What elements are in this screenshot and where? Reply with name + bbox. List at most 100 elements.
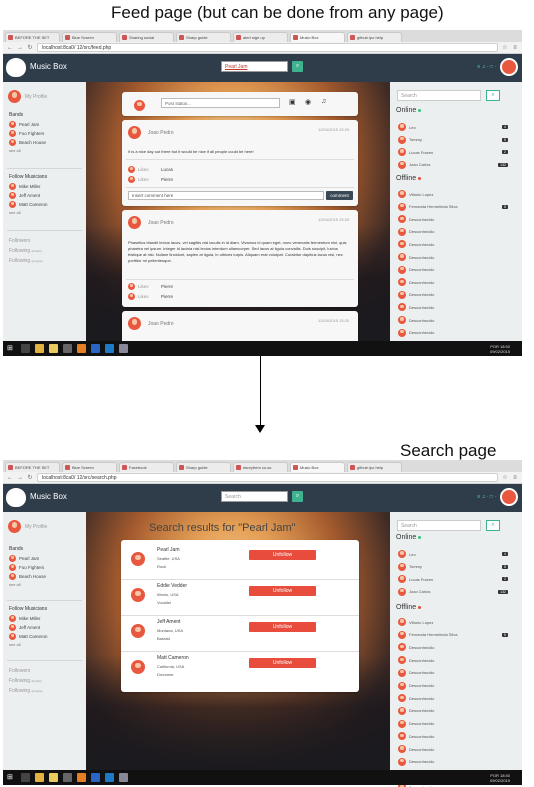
sidebar-item[interactable]: Jeff Ament (9, 191, 48, 200)
browser-tab[interactable]: Blue Screen (62, 32, 117, 42)
contact-item[interactable]: Desconhecido (398, 328, 508, 337)
browser-tab[interactable]: github.ipo help (347, 462, 402, 472)
menu-icon[interactable]: ≡ (512, 45, 518, 51)
start-icon[interactable]: ⊞ (7, 773, 16, 782)
browser-tab[interactable]: BEFORE THE SET (5, 462, 60, 472)
sidebar-item[interactable]: Jeff Ament (9, 623, 48, 632)
app-icon[interactable] (77, 344, 86, 353)
contact-item[interactable]: Fernanda Hermelinda Silva 5 (398, 202, 508, 211)
app-icon[interactable] (105, 773, 114, 782)
see-all-link[interactable]: see all (9, 210, 48, 215)
profile-link[interactable]: My Profile (8, 90, 47, 103)
browser-tab[interactable]: Music Box (290, 32, 345, 42)
like-name[interactable]: Pierre (161, 294, 173, 299)
explorer-icon[interactable] (49, 773, 58, 782)
reload-icon[interactable]: ↻ (27, 44, 33, 51)
post-author[interactable]: Joao Pedro (148, 321, 174, 327)
header-search-input[interactable]: Pearl Jam (221, 61, 288, 72)
browser-tab[interactable]: BEFORE THE SET (5, 32, 60, 42)
app-icon[interactable] (63, 344, 72, 353)
contact-item[interactable]: Desconhecido (398, 706, 508, 715)
contact-item[interactable]: Joao Carlos 132 (398, 587, 508, 596)
post-author[interactable]: Joao Pedro (148, 130, 174, 136)
contact-item[interactable]: Tommy 5 (398, 135, 508, 144)
sidebar-item[interactable]: Pearl Jam (9, 120, 46, 129)
unfollow-button[interactable]: Unfollow (249, 658, 316, 668)
header-avatar[interactable] (500, 58, 518, 76)
browser-tab[interactable]: Blue Screen (62, 462, 117, 472)
following-bands-link[interactable]: Following (bands) (9, 676, 43, 686)
result-name[interactable]: Matt Cameron (157, 655, 189, 661)
comment-input[interactable]: Insert comment here (128, 191, 324, 200)
like-name[interactable]: Pierre (161, 177, 173, 182)
contact-item[interactable]: Desconhecido (398, 732, 508, 741)
browser-tab[interactable]: Sharp guide (176, 462, 231, 472)
sidebar-item[interactable]: Beach House (9, 138, 46, 147)
contact-item[interactable]: Desconhecido (398, 719, 508, 728)
followers-link[interactable]: Followers (9, 236, 43, 246)
unfollow-button[interactable]: Unfollow (249, 586, 316, 596)
contact-item[interactable]: Desconhecido (398, 681, 508, 690)
contact-item[interactable]: Tommy 5 (398, 562, 508, 571)
following-people-link[interactable]: Following (people) (9, 256, 43, 266)
friend-search-input[interactable]: Search (397, 520, 481, 531)
contact-item[interactable]: Fernanda Hermelinda Silva 5 (398, 630, 508, 639)
start-icon[interactable]: ⊞ (7, 344, 16, 353)
sidebar-item[interactable]: Foo Fighters (9, 129, 46, 138)
menu-icon[interactable]: ≡ (512, 475, 518, 481)
logo-icon[interactable] (6, 488, 26, 507)
contact-item[interactable]: Desconhecido (398, 745, 508, 753)
see-all-link[interactable]: see all (9, 642, 48, 647)
app-icon[interactable] (77, 773, 86, 782)
app-icon[interactable] (91, 344, 100, 353)
friend-search-button[interactable]: ⌕ (486, 520, 500, 531)
sidebar-item[interactable]: Foo Fighters (9, 563, 46, 572)
app-icon[interactable] (21, 773, 30, 782)
contact-item[interactable]: Desconhecido (398, 303, 508, 312)
contact-item[interactable]: Desconhecido (398, 668, 508, 677)
like-name[interactable]: Pierre (161, 284, 173, 289)
contact-item[interactable]: Desconhecido (398, 227, 508, 236)
contact-item[interactable]: Desconhecido (398, 643, 508, 652)
contact-item[interactable]: Leo 4 (398, 123, 508, 131)
browser-tab[interactable]: Facebook (119, 462, 174, 472)
app-icon[interactable] (91, 773, 100, 782)
contact-item[interactable]: Vittorio Lopez (398, 618, 508, 626)
contact-item[interactable]: Lucas Frazen 2 (398, 575, 508, 583)
result-name[interactable]: Eddie Vedder (157, 583, 187, 589)
result-name[interactable]: Jeff Ament (157, 619, 181, 625)
chrome-icon[interactable] (35, 344, 44, 353)
contact-item[interactable]: Vittorio Lopez (398, 190, 508, 198)
comment-button[interactable]: comment (326, 191, 353, 200)
forward-icon[interactable]: → (17, 475, 23, 481)
header-search-input[interactable]: Search (221, 491, 288, 502)
browser-tab[interactable]: ekreytrem co.ac (233, 462, 288, 472)
status-input[interactable]: Post status... (161, 98, 280, 108)
back-icon[interactable]: ← (7, 45, 13, 51)
contact-item[interactable]: Desconhecido (398, 253, 508, 261)
contact-item[interactable]: Lucas Frazen 2 (398, 148, 508, 156)
unfollow-button[interactable]: Unfollow (249, 550, 316, 560)
star-icon[interactable]: ☆ (502, 474, 508, 481)
result-name[interactable]: Pearl Jam (157, 547, 180, 553)
see-all-link[interactable]: see all (9, 582, 46, 587)
see-all-link[interactable]: see all (9, 148, 46, 153)
app-icon[interactable] (105, 344, 114, 353)
contact-item[interactable]: Desconhecido (398, 757, 508, 766)
explorer-icon[interactable] (49, 344, 58, 353)
friend-search-input[interactable]: Search (397, 90, 481, 101)
following-people-link[interactable]: Following (people) (9, 686, 43, 696)
reload-icon[interactable]: ↻ (27, 474, 33, 481)
app-icon[interactable] (119, 344, 128, 353)
video-icon[interactable]: ◉ (305, 98, 311, 106)
browser-tab[interactable]: Sharp guide (176, 32, 231, 42)
unfollow-button[interactable]: Unfollow (249, 622, 316, 632)
contact-item[interactable]: Desconhecido (398, 215, 508, 224)
chrome-icon[interactable] (35, 773, 44, 782)
contact-item[interactable]: Desconhecido (398, 290, 508, 299)
sidebar-item[interactable]: Mike Miller (9, 614, 48, 623)
url-field[interactable]: localhost:8ca0/ 12/src/search.php (37, 473, 498, 482)
following-bands-link[interactable]: Following (bands) (9, 246, 43, 256)
contact-item[interactable]: Desconhecido (398, 694, 508, 703)
sidebar-item[interactable]: Matt Cameron (9, 200, 48, 209)
